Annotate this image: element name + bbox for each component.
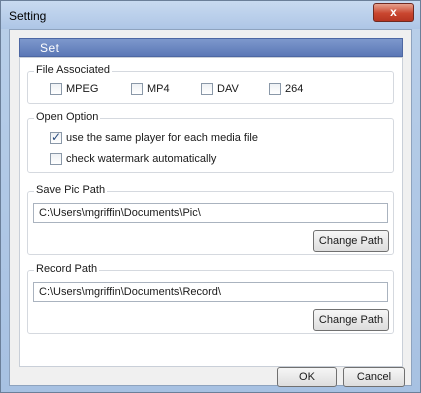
dialog-body: Set File Associated MPEG MP4 DAV 264 Ope… <box>9 29 412 387</box>
record-change-path-button[interactable]: Change Path <box>313 309 389 331</box>
set-header: Set <box>19 38 403 57</box>
checkbox-264[interactable]: 264 <box>269 82 303 96</box>
cancel-button[interactable]: Cancel <box>343 367 405 387</box>
window-title: Setting <box>9 9 47 23</box>
checkbox-same-player[interactable]: use the same player for each media file <box>50 130 258 145</box>
dav-checkbox-box[interactable] <box>201 83 213 95</box>
checkbox-mpeg[interactable]: MPEG <box>50 82 98 96</box>
watermark-checkbox-box[interactable] <box>50 153 62 165</box>
mp4-checkbox-box[interactable] <box>131 83 143 95</box>
record-path-group: Record Path C:\Users\mgriffin\Documents\… <box>27 263 394 334</box>
open-option-group: Open Option use the same player for each… <box>27 111 394 173</box>
checkbox-dav-label: DAV <box>217 83 239 95</box>
save-pic-title: Save Pic Path <box>34 184 108 196</box>
save-pic-group: Save Pic Path C:\Users\mgriffin\Document… <box>27 184 394 255</box>
record-path-field[interactable]: C:\Users\mgriffin\Documents\Record\ <box>33 282 388 302</box>
file-associated-title: File Associated <box>34 64 112 76</box>
file-associated-group: File Associated MPEG MP4 DAV 264 <box>27 64 394 104</box>
set-header-label: Set <box>40 41 60 55</box>
mpeg-checkbox-box[interactable] <box>50 83 62 95</box>
title-bar[interactable]: Setting x <box>1 1 420 29</box>
record-path-title: Record Path <box>34 263 100 275</box>
settings-panel: File Associated MPEG MP4 DAV 264 Open Op… <box>19 57 403 367</box>
checkbox-mp4-label: MP4 <box>147 83 170 95</box>
open-option-title: Open Option <box>34 111 101 123</box>
checkbox-same-player-label: use the same player for each media file <box>66 132 258 144</box>
checkbox-watermark-label: check watermark automatically <box>66 153 217 165</box>
same-player-checkbox-box[interactable] <box>50 130 62 144</box>
checkbox-watermark[interactable]: check watermark automatically <box>50 152 216 166</box>
save-pic-path-field[interactable]: C:\Users\mgriffin\Documents\Pic\ <box>33 203 388 223</box>
checkbox-mpeg-label: MPEG <box>66 83 99 95</box>
checkbox-dav[interactable]: DAV <box>201 82 239 96</box>
264-checkbox-box[interactable] <box>269 83 281 95</box>
checkbox-mp4[interactable]: MP4 <box>131 82 170 96</box>
setting-dialog: Setting x Set File Associated MPEG MP4 D… <box>0 0 421 393</box>
save-pic-change-path-button[interactable]: Change Path <box>313 230 389 252</box>
ok-button[interactable]: OK <box>277 367 337 387</box>
close-button[interactable]: x <box>373 3 414 22</box>
checkbox-264-label: 264 <box>285 83 304 95</box>
close-icon: x <box>390 5 397 19</box>
